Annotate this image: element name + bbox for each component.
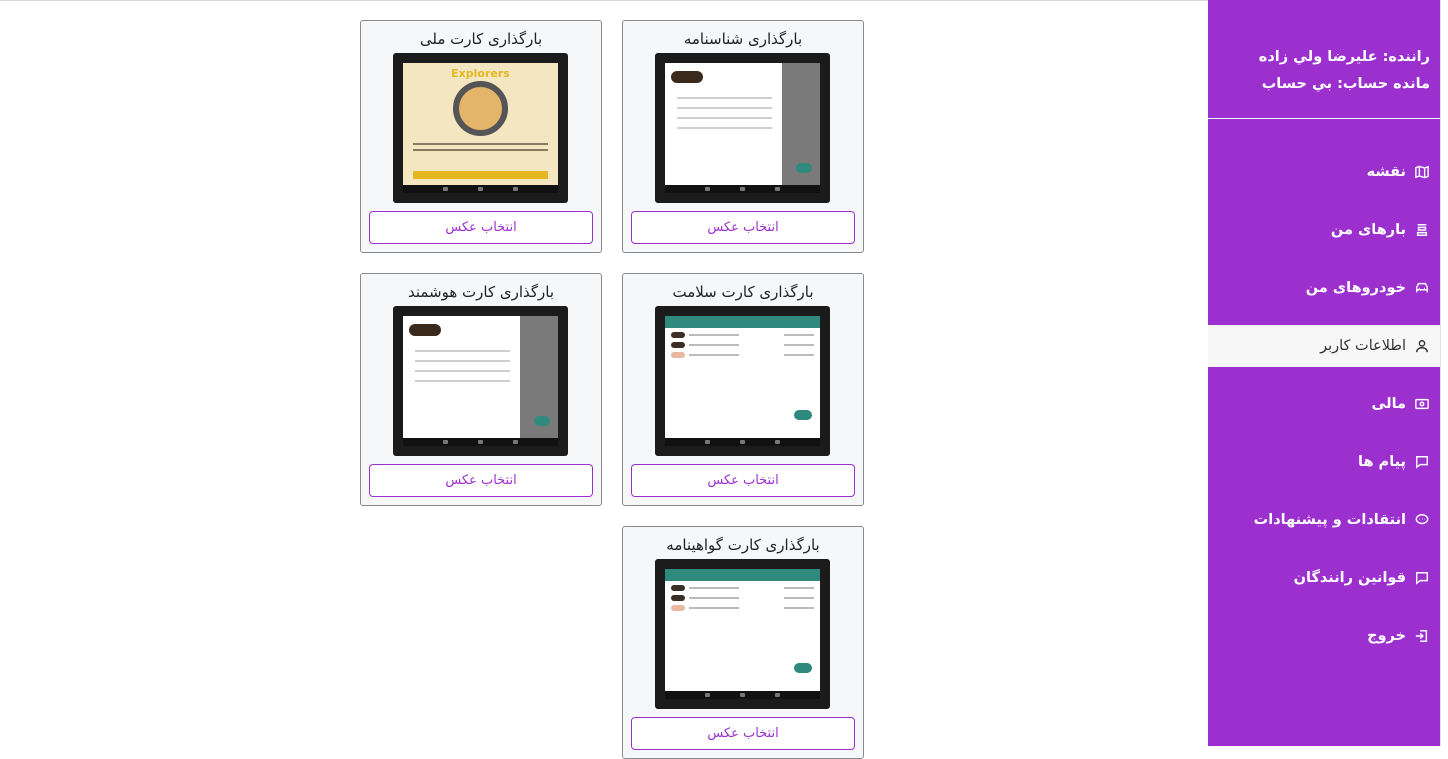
- driver-name: راننده: عليرضا ولي زاده: [1258, 49, 1430, 65]
- cargo-icon: [1414, 222, 1430, 238]
- card-title: بارگذاری کارت ملی: [419, 30, 543, 48]
- sidebar-item-my-vehicles[interactable]: خودروهای من: [1208, 259, 1440, 317]
- photo-preview: [393, 306, 568, 456]
- sidebar-item-my-cargo[interactable]: بارهای من: [1208, 201, 1440, 259]
- sidebar-menu: نقشه بارهای من خودروهای من اطلاعات کاربر…: [1208, 143, 1440, 665]
- map-icon: [1414, 164, 1430, 180]
- photo-preview: [655, 53, 830, 203]
- sidebar-item-map[interactable]: نقشه: [1208, 143, 1440, 201]
- sidebar-item-label: قوانین رانندگان: [1293, 570, 1406, 586]
- sidebar-item-driver-rules[interactable]: قوانین رانندگان: [1208, 549, 1440, 607]
- upload-card-national-id: بارگذاری کارت ملی Explorers انتخاب عکس: [360, 20, 602, 253]
- choose-photo-button[interactable]: انتخاب عکس: [631, 211, 855, 244]
- sidebar-item-finance[interactable]: مالی: [1208, 375, 1440, 433]
- sidebar-item-label: نقشه: [1366, 164, 1406, 180]
- sidebar: راننده: عليرضا ولي زاده مانده حساب: بي ح…: [1208, 0, 1440, 746]
- sidebar-item-user-info[interactable]: اطلاعات کاربر: [1208, 325, 1440, 367]
- sidebar-item-label: پیام ها: [1358, 454, 1406, 470]
- upload-card-license: بارگذاری کارت گواهینامه انتخاب عکس: [622, 526, 864, 759]
- sidebar-item-label: خودروهای من: [1305, 280, 1406, 296]
- sidebar-item-messages[interactable]: پیام ها: [1208, 433, 1440, 491]
- feedback-icon: [1414, 512, 1430, 528]
- top-divider: [0, 0, 1208, 1]
- account-balance: مانده حساب: بي حساب: [1261, 76, 1430, 92]
- upload-card-health: بارگذاری کارت سلامت انتخاب عکس: [622, 273, 864, 506]
- sidebar-item-label: خروج: [1367, 628, 1406, 644]
- photo-preview: [655, 306, 830, 456]
- card-title: بارگذاری کارت هوشمند: [407, 283, 555, 301]
- upload-card-birth-certificate: بارگذاری شناسنامه انتخاب عکس: [622, 20, 864, 253]
- photo-preview: [655, 559, 830, 709]
- logout-icon: [1414, 628, 1430, 644]
- scrollbar-track[interactable]: [1440, 0, 1448, 746]
- choose-photo-button[interactable]: انتخاب عکس: [369, 464, 593, 497]
- sidebar-item-feedback[interactable]: انتقادات و پیشنهادات: [1208, 491, 1440, 549]
- profile-info: راننده: عليرضا ولي زاده مانده حساب: بي ح…: [1208, 0, 1440, 119]
- choose-photo-button[interactable]: انتخاب عکس: [631, 464, 855, 497]
- card-title: بارگذاری شناسنامه: [683, 30, 803, 48]
- rules-icon: [1414, 570, 1430, 586]
- photo-preview: Explorers: [393, 53, 568, 203]
- user-icon: [1414, 338, 1430, 354]
- upload-card-smart-card: بارگذاری کارت هوشمند انتخاب عکس: [360, 273, 602, 506]
- sidebar-item-label: بارهای من: [1330, 222, 1406, 238]
- message-icon: [1414, 454, 1430, 470]
- card-title: بارگذاری کارت سلامت: [672, 283, 814, 301]
- sidebar-item-label: مالی: [1371, 396, 1406, 412]
- sidebar-item-logout[interactable]: خروج: [1208, 607, 1440, 665]
- car-icon: [1414, 280, 1430, 296]
- money-icon: [1414, 396, 1430, 412]
- sidebar-item-label: اطلاعات کاربر: [1320, 338, 1406, 354]
- card-title: بارگذاری کارت گواهینامه: [666, 536, 820, 554]
- explorers-heading: Explorers: [451, 67, 510, 80]
- choose-photo-button[interactable]: انتخاب عکس: [369, 211, 593, 244]
- choose-photo-button[interactable]: انتخاب عکس: [631, 717, 855, 750]
- sidebar-item-label: انتقادات و پیشنهادات: [1253, 512, 1406, 528]
